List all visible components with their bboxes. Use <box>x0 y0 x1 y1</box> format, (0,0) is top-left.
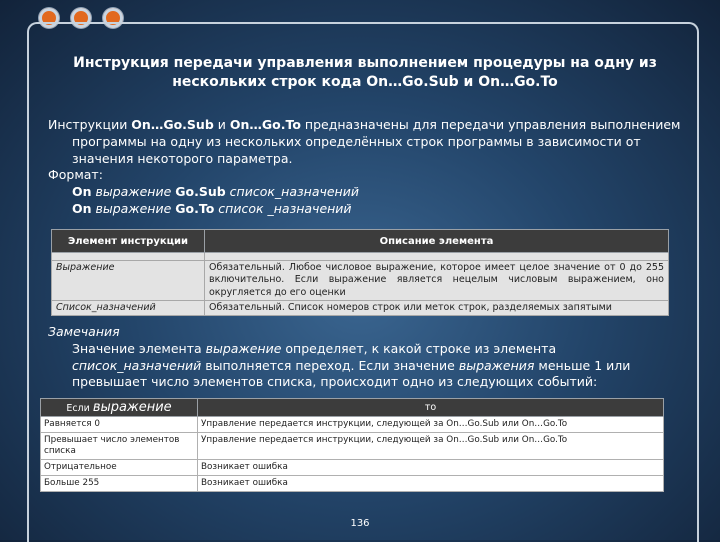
column-header-result: то <box>197 398 664 417</box>
notes-section: Замечания Значение элемента выражение оп… <box>48 324 688 391</box>
column-header-description: Описание элемента <box>204 229 669 253</box>
condition-cell: Больше 255 <box>40 475 198 492</box>
elements-table: Элемент инструкции Описание элемента Выр… <box>51 229 669 317</box>
slide-title: Инструкция передачи управления выполнени… <box>73 55 657 90</box>
table-row: Превышает число элементов списка Управле… <box>40 432 664 460</box>
table-header-row: Элемент инструкции Описание элемента <box>51 229 669 253</box>
column-header-element: Элемент инструкции <box>51 229 205 253</box>
table-row: Больше 255 Возникает ошибка <box>40 475 664 492</box>
intro-section: Инструкции On…Go.Sub и On…Go.To предназн… <box>48 117 683 218</box>
conditions-table: Если выражение то Равняется 0 Управление… <box>40 398 664 492</box>
page-number: 136 <box>350 518 370 529</box>
format-line-goto: On выражение Go.To список _назначений <box>72 200 352 216</box>
element-description: Обязательный. Список номеров строк или м… <box>204 299 669 317</box>
format-label: Формат: <box>48 167 103 183</box>
result-cell: Возникает ошибка <box>197 475 664 492</box>
condition-cell: Превышает число элементов списка <box>40 432 198 460</box>
condition-cell: Отрицательное <box>40 459 198 476</box>
condition-cell: Равняется 0 <box>40 416 198 433</box>
column-header-condition: Если выражение <box>40 398 198 417</box>
element-description: Обязательный. Любое числовое выражение, … <box>204 260 669 301</box>
table-row: Список_назначений Обязательный. Список н… <box>51 299 669 317</box>
result-cell: Возникает ошибка <box>197 459 664 476</box>
result-cell: Управление передается инструкции, следую… <box>197 416 664 433</box>
format-line-gosub: On выражение Go.Sub список_назначений <box>72 184 359 200</box>
intro-paragraph: Инструкции On…Go.Sub и On…Go.To предназн… <box>48 117 681 166</box>
element-name: Выражение <box>51 260 205 301</box>
table-header-row: Если выражение то <box>40 398 664 417</box>
notes-heading: Замечания <box>48 324 120 339</box>
keyword-on-gosub: On…Go.Sub <box>131 117 214 132</box>
keyword-on-goto: On…Go.To <box>229 117 301 132</box>
result-cell: Управление передается инструкции, следую… <box>197 432 664 460</box>
table-row: Отрицательное Возникает ошибка <box>40 459 664 476</box>
table-row: Равняется 0 Управление передается инстру… <box>40 416 664 433</box>
element-name: Список_назначений <box>51 299 205 317</box>
notes-paragraph: Значение элемента выражение определяет, … <box>72 340 631 390</box>
table-row: Выражение Обязательный. Любое числовое в… <box>51 260 669 301</box>
